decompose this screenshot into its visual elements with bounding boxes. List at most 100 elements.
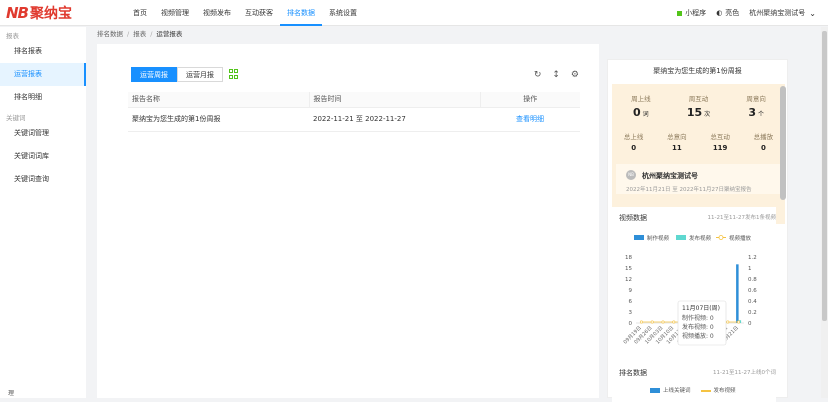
sidebar-item-keyword-search[interactable]: 关键词查询	[0, 168, 86, 191]
column-height-icon[interactable]: ↕	[552, 70, 560, 80]
y-left-tick: 6	[629, 299, 633, 305]
sidebar-group-report: 报表	[6, 32, 19, 40]
tooltip-date: 11月07日(周)	[682, 305, 720, 312]
theme-toggle[interactable]: ◐ 亮色	[716, 8, 739, 18]
stat-total-online: 总上线 0	[623, 133, 644, 152]
y-left-tick: 12	[625, 277, 632, 283]
y-right-tick: 0.6	[748, 288, 757, 294]
rank-data-title: 排名数据	[619, 369, 647, 377]
logo[interactable]: NB 聚纳宝	[6, 3, 72, 22]
y-right-tick: 1.2	[748, 255, 757, 261]
stat-total-interaction: 总互动 119	[710, 133, 730, 152]
y-left-tick: 15	[625, 266, 632, 272]
legend-swatch-dot-2	[718, 235, 724, 240]
y-left-tick: 0	[629, 321, 633, 327]
y-left-tick: 3	[629, 310, 633, 316]
mini-program-link[interactable]: 小程序	[677, 8, 706, 18]
sidebar-item-keyword-manage[interactable]: 关键词管理	[0, 122, 86, 145]
account-name-label: 杭州聚纳宝测试号	[642, 172, 698, 180]
rank-legend-online[interactable]: 上线关键词	[650, 386, 691, 394]
report-preview-panel: 聚纳宝为您生成的第1份周报 周上线 0 词 周互动 15 次 周意向 3 个 总上线 0 总意…	[607, 59, 788, 402]
nav-home[interactable]: 首页	[126, 0, 154, 26]
tab-weekly[interactable]: 运营周报	[131, 67, 177, 82]
sidebar-item-operation-report[interactable]: 运营报表	[0, 63, 86, 86]
nav-interaction[interactable]: 互动获客	[238, 0, 280, 26]
legend-label-1: 发布视频	[689, 234, 712, 242]
grid-icon[interactable]	[229, 69, 239, 79]
sidebar-item-rank-detail[interactable]: 排名明细	[0, 86, 86, 109]
legend-swatch-1	[676, 235, 686, 240]
table-tools: ↻ ↕ ⚙	[534, 70, 579, 80]
settings-icon[interactable]: ⚙	[571, 70, 579, 80]
y-right-tick: 1	[748, 266, 752, 272]
page-scrollbar[interactable]	[821, 27, 828, 398]
y-left-tick: 18	[625, 255, 632, 261]
breadcrumb-current: 运营报表	[156, 30, 183, 38]
account-menu[interactable]: 杭州聚纳宝测试号 ⌄	[749, 8, 816, 18]
top-bar: NB 聚纳宝 首页 视频管理 视频发布 互动获客 排名数据 系统设置 小程序 ◐…	[0, 0, 828, 26]
page-scrollbar-thumb[interactable]	[822, 31, 827, 321]
nav-settings[interactable]: 系统设置	[322, 0, 364, 26]
point-video-play	[737, 320, 741, 324]
point-video-play	[726, 320, 730, 324]
nav-video-manage[interactable]: 视频管理	[154, 0, 196, 26]
header-action: 操作	[480, 92, 580, 108]
week-stats-row: 周上线 0 词 周互动 15 次 周意向 3 个	[612, 93, 785, 119]
cell-report-time: 2022-11-21 至 2022-11-27	[309, 107, 480, 132]
nav-video-publish[interactable]: 视频发布	[196, 0, 238, 26]
total-stats-row: 总上线 0 总意向 11 总互动 119 总播放 0	[612, 131, 785, 152]
table-row: 聚纳宝为您生成的第1份周报 2022-11-21 至 2022-11-27 查看…	[128, 107, 580, 132]
refresh-icon[interactable]: ↻	[534, 70, 542, 80]
sidebar-group-keyword: 关键词	[6, 114, 26, 122]
point-video-play	[661, 320, 665, 324]
sidebar-item-keyword-library[interactable]: 关键词词库	[0, 145, 86, 168]
rank-data-card: 排名数据 11-21至11-27上线0个词 上线关键词 发布视频	[612, 362, 776, 402]
top-right-tools: 小程序 ◐ 亮色 杭州聚纳宝测试号 ⌄	[667, 0, 816, 26]
stat-week-interaction: 周互动 15 次	[686, 95, 711, 119]
sidebar-item-rank-report[interactable]: 排名报表	[0, 40, 86, 63]
report-tabs: 运营周报 运营月报	[131, 67, 239, 82]
video-chart: 制作视频 发布视频 视频播放18151296301.210.80.60.40.200…	[622, 234, 757, 345]
theme-label: 亮色	[725, 9, 740, 17]
point-video-play	[650, 320, 654, 324]
tab-monthly[interactable]: 运营月报	[177, 67, 223, 82]
tooltip-line: 发布视频: 0	[682, 323, 714, 331]
video-data-title: 视频数据	[619, 214, 647, 222]
breadcrumb-report[interactable]: 报表	[133, 30, 146, 38]
account-info: NB 杭州聚纳宝测试号 2022年11月21日 至 2022年11月27日聚纳宝…	[616, 164, 782, 194]
panel-scrollbar[interactable]	[780, 86, 786, 200]
legend-label-2: 视频播放	[729, 234, 752, 242]
stat-week-intent: 周意向 3 个	[746, 95, 766, 119]
header-report-time: 报告时间	[309, 92, 481, 108]
logo-name: 聚纳宝	[30, 5, 72, 22]
y-right-tick: 0.2	[748, 310, 757, 316]
mini-program-icon	[677, 10, 683, 16]
account-name: 杭州聚纳宝测试号	[749, 9, 806, 17]
nav-ranking-data[interactable]: 排名数据	[280, 0, 322, 26]
breadcrumb-ranking-data[interactable]: 排名数据	[97, 30, 123, 38]
point-video-play	[672, 320, 676, 324]
y-right-tick: 0	[748, 321, 752, 327]
breadcrumb: 排名数据 / 报表 / 运营报表	[97, 30, 183, 38]
mini-program-label: 小程序	[685, 9, 707, 17]
y-left-tick: 9	[629, 288, 633, 294]
y-right-tick: 0.4	[748, 299, 757, 305]
panel-title: 聚纳宝为您生成的第1份周报	[653, 67, 742, 75]
legend-label-0: 制作视频	[647, 234, 670, 242]
y-right-tick: 0.8	[748, 277, 757, 283]
view-detail-link[interactable]: 查看明细	[480, 107, 580, 132]
tooltip-line: 视频播放: 0	[682, 332, 714, 340]
sidebar-bottom-text: 理	[8, 390, 15, 397]
tooltip-line: 制作视频: 0	[682, 314, 714, 322]
legend-swatch-0	[634, 235, 644, 240]
logo-mark: NB	[6, 3, 29, 22]
rank-legend: 上线关键词 发布视频	[650, 386, 736, 394]
account-date-range: 2022年11月21日 至 2022年11月27日聚纳宝报告	[626, 187, 752, 193]
video-data-range: 11-21至11-27发布1条视频	[707, 215, 776, 221]
stat-total-play: 总播放 0	[753, 133, 774, 152]
rank-legend-publish[interactable]: 发布视频	[700, 386, 736, 394]
main-content: 运营周报 运营月报 ↻ ↕ ⚙ 报告名称 报告时间 操作 聚纳宝为您生成的第1份…	[97, 44, 599, 398]
chevron-down-icon: ⌄	[809, 8, 816, 18]
report-table: 报告名称 报告时间 操作 聚纳宝为您生成的第1份周报 2022-11-21 至 …	[128, 92, 580, 132]
stat-total-intent: 总意向 11	[667, 133, 687, 152]
